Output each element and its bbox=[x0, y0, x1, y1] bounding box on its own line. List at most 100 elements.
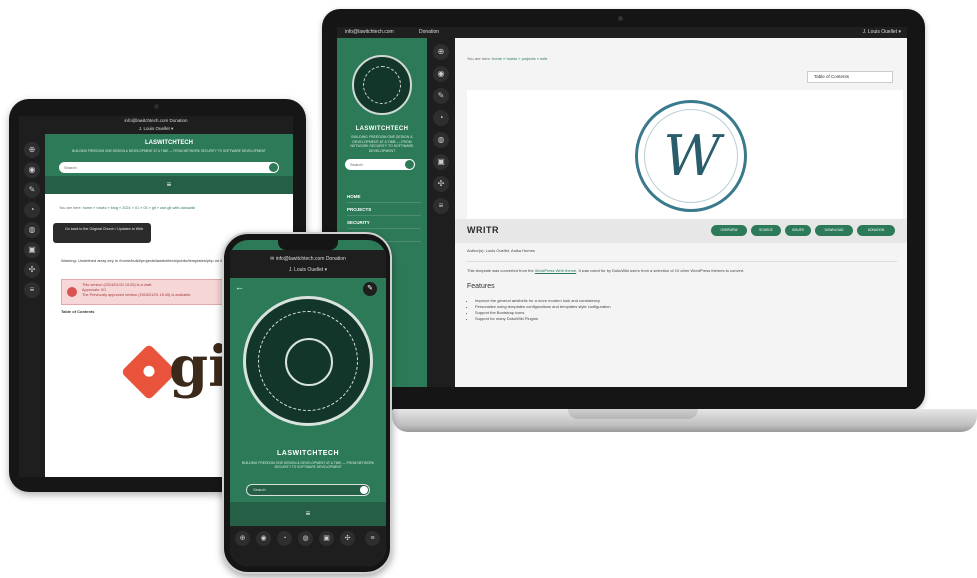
git-logo-dot bbox=[141, 363, 157, 380]
history-icon[interactable]: ◔ bbox=[433, 110, 449, 126]
search-placeholder: Search bbox=[253, 487, 266, 492]
search-placeholder: Search bbox=[350, 162, 363, 167]
sitemap-icon[interactable]: ✣ bbox=[433, 176, 449, 192]
tablet-search-input[interactable]: Search bbox=[59, 162, 279, 173]
bell-icon[interactable]: ◍ bbox=[433, 132, 449, 148]
divider bbox=[467, 261, 897, 262]
site-tagline: BUILDING FREEDOM ONE DESIGN & DEVELOPMEN… bbox=[241, 461, 375, 470]
back-tooltip[interactable]: Go back to the Original Church / Updates… bbox=[53, 223, 151, 243]
search-icon[interactable] bbox=[269, 163, 278, 172]
laptop-screen: info@lawitchtech.com Donation J. Louis O… bbox=[337, 27, 907, 387]
toc-dropdown[interactable]: Table of Contents bbox=[807, 71, 893, 83]
search-icon[interactable] bbox=[360, 486, 368, 494]
issues-button[interactable]: ISSUES bbox=[785, 225, 811, 236]
user-menu[interactable]: J. Louis Ouellet ▾ bbox=[863, 27, 901, 38]
site-tagline: BUILDING FREEDOM ONE DESIGN & DEVELOPMEN… bbox=[72, 149, 266, 153]
menu-icon[interactable]: ≡ bbox=[433, 198, 449, 214]
site-tagline: BUILDING FREEDOM ONE DESIGN & DEVELOPMEN… bbox=[350, 135, 414, 153]
tablet-camera bbox=[154, 104, 159, 109]
edit-icon[interactable]: ✎ bbox=[433, 88, 449, 104]
breadcrumb: You are here: home » howto » blog » 2024… bbox=[59, 206, 279, 210]
intro-suffix: . It was voted for by DokuWiki users fro… bbox=[576, 268, 745, 273]
email-link[interactable]: info@lawitchtech.com bbox=[345, 27, 394, 38]
phone-user-menu[interactable]: J. Louis Ouellet ▾ bbox=[230, 267, 386, 273]
laptop-opening-notch bbox=[568, 409, 698, 419]
site-brand: LASWITCHTECH bbox=[355, 126, 409, 132]
donation-link[interactable]: Donation bbox=[419, 27, 439, 38]
toggle-icon[interactable]: ⊕ bbox=[433, 44, 449, 60]
writr-theme-link[interactable]: WordPress Writr theme bbox=[535, 268, 576, 273]
logo-ring bbox=[363, 66, 401, 104]
menu-icon[interactable]: ≡ bbox=[365, 531, 380, 546]
authors-line: Author(s): Louis Ouellet, Anika Homes bbox=[467, 248, 535, 253]
bell-icon[interactable]: ◍ bbox=[24, 222, 40, 238]
laptop-base bbox=[392, 409, 977, 432]
source-button[interactable]: SOURCE bbox=[751, 225, 781, 236]
title-bar: WRITR OVERVIEW SOURCE ISSUES DOWNLOAD DO… bbox=[455, 219, 907, 243]
breadcrumb-path[interactable]: home » howto » blog » 2024 » 01 » 03 » g… bbox=[83, 206, 196, 210]
toggle-icon[interactable]: ⊕ bbox=[235, 531, 250, 546]
tablet-topbar: info@lawitchtech.com Donation J. Louis O… bbox=[19, 116, 293, 134]
laptop-topbar: info@lawitchtech.com Donation J. Louis O… bbox=[337, 27, 907, 38]
sidebar-item-projects[interactable]: PROJECTS bbox=[347, 203, 421, 216]
writr-logo: W bbox=[635, 100, 747, 212]
laptop-camera bbox=[618, 16, 623, 21]
page-title: WRITR bbox=[467, 225, 499, 235]
intro-prefix: This template was converted from the bbox=[467, 268, 534, 273]
intro-paragraph: This template was converted from the Wor… bbox=[467, 268, 744, 273]
sidebar-item-security[interactable]: SECURITY bbox=[347, 216, 421, 229]
page-icon[interactable]: ▣ bbox=[24, 242, 40, 258]
search-placeholder: Search bbox=[64, 165, 77, 170]
page-icon[interactable]: ▣ bbox=[319, 531, 334, 546]
phone-search-input[interactable]: Search bbox=[246, 484, 370, 496]
sitemap-icon[interactable]: ✣ bbox=[24, 262, 40, 278]
tablet-iconbar: ⊕ ◉ ✎ ◔ ◍ ▣ ✣ ≡ bbox=[19, 134, 45, 477]
breadcrumb-path[interactable]: home » howto » projects » writr bbox=[492, 56, 548, 61]
breadcrumb-prefix: You are here: bbox=[59, 206, 82, 210]
breadcrumb: You are here: home » howto » projects » … bbox=[467, 56, 548, 61]
bell-icon[interactable]: ◍ bbox=[298, 531, 313, 546]
site-logo[interactable] bbox=[243, 296, 373, 426]
sidebar-item-home[interactable]: HOME bbox=[347, 190, 421, 203]
sidebar-search-input[interactable]: Search bbox=[345, 159, 415, 170]
writr-letter: W bbox=[663, 124, 721, 189]
hamburger-menu-icon[interactable]: ≡ bbox=[45, 176, 293, 194]
phone-topbar-links[interactable]: ✉ info@lawitchtech.com Donation bbox=[230, 256, 386, 262]
breadcrumb-prefix: You are here: bbox=[467, 56, 491, 61]
site-logo[interactable] bbox=[352, 55, 412, 115]
hamburger-menu-icon[interactable]: ≡ bbox=[230, 502, 386, 526]
features-list: Improve the general aesthetic for a more… bbox=[475, 298, 611, 322]
globe-icon[interactable]: ◉ bbox=[256, 531, 271, 546]
features-heading: Features bbox=[467, 283, 495, 290]
back-arrow-icon[interactable]: ← bbox=[235, 282, 244, 292]
menu-icon[interactable]: ≡ bbox=[24, 282, 40, 298]
list-item: Support for many DokuWiki Plugins bbox=[475, 316, 611, 322]
tablet-user-menu[interactable]: J. Louis Ouellet ▾ bbox=[19, 126, 293, 132]
donation-button[interactable]: DONATION bbox=[857, 225, 895, 236]
alert-icon bbox=[67, 287, 77, 297]
site-brand: LASWITCHTECH bbox=[277, 450, 339, 457]
tablet-topbar-links[interactable]: info@lawitchtech.com Donation bbox=[19, 118, 293, 123]
globe-icon[interactable]: ◉ bbox=[433, 66, 449, 82]
history-icon[interactable]: ◔ bbox=[277, 531, 292, 546]
edit-icon[interactable]: ✎ bbox=[24, 182, 40, 198]
history-icon[interactable]: ◔ bbox=[24, 202, 40, 218]
phone-notch bbox=[278, 240, 338, 250]
page-icon[interactable]: ▣ bbox=[433, 154, 449, 170]
globe-icon[interactable]: ◉ bbox=[24, 162, 40, 178]
download-button[interactable]: DOWNLOAD bbox=[815, 225, 853, 236]
toggle-icon[interactable]: ⊕ bbox=[24, 142, 40, 158]
logo-inner-ring: W bbox=[644, 109, 738, 203]
edit-icon[interactable]: ✎ bbox=[363, 282, 377, 296]
phone-bottom-bar: ⊕ ◉ ◔ ◍ ▣ ✣ ≡ bbox=[230, 526, 386, 566]
logo-core bbox=[285, 338, 333, 386]
laptop-main: You are here: home » howto » projects » … bbox=[455, 38, 907, 387]
overview-button[interactable]: OVERVIEW bbox=[711, 225, 747, 236]
phone-topbar: ✉ info@lawitchtech.com Donation J. Louis… bbox=[230, 250, 386, 278]
toc-heading: Table of Contents bbox=[61, 309, 95, 314]
sitemap-icon[interactable]: ✣ bbox=[340, 531, 355, 546]
search-icon[interactable] bbox=[405, 160, 414, 169]
hero-area: W bbox=[467, 90, 903, 220]
laptop-iconbar: ⊕ ◉ ✎ ◔ ◍ ▣ ✣ ≡ bbox=[427, 38, 455, 387]
logo-ring bbox=[258, 311, 358, 411]
